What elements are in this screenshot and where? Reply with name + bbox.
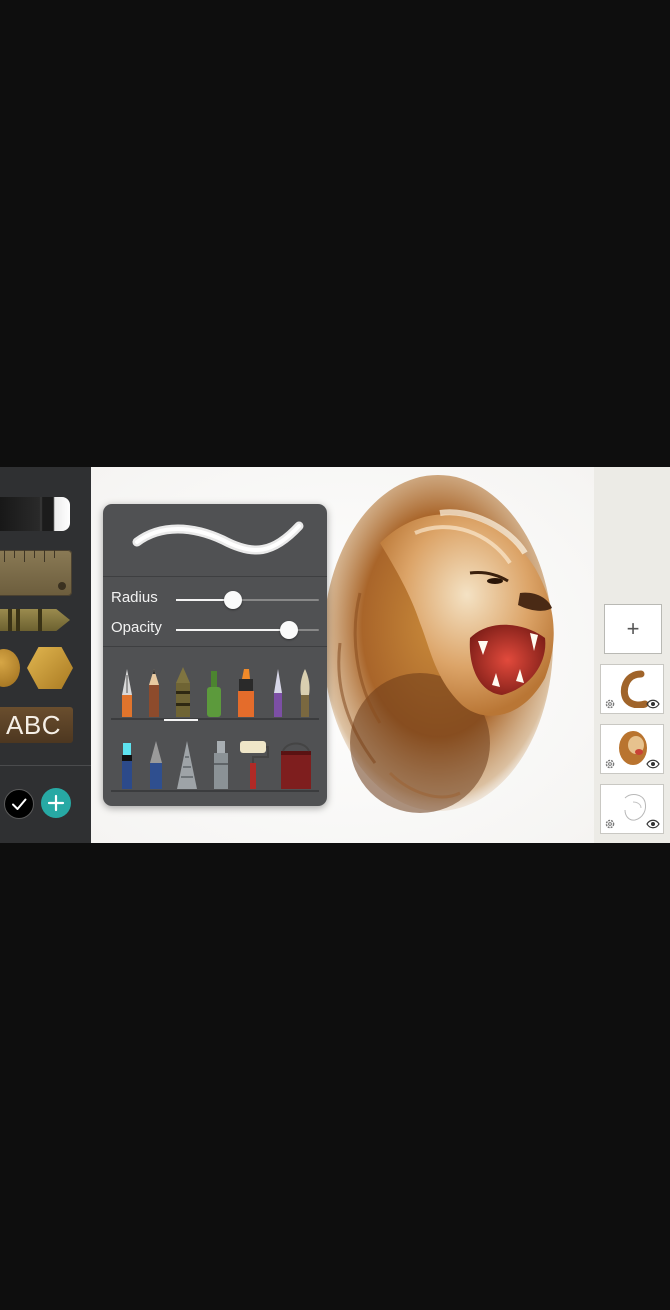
fountain-pen-brush[interactable] <box>114 665 140 717</box>
layers-panel: + <box>594 467 670 843</box>
paint-bucket-brush[interactable] <box>277 737 315 789</box>
crayon-brush[interactable] <box>170 665 196 717</box>
add-layer-button[interactable]: + <box>604 604 662 654</box>
marker-brush[interactable] <box>233 665 259 717</box>
paint-brush-brush[interactable] <box>292 665 318 717</box>
crayon-icon <box>176 667 190 717</box>
fountain-pen-icon <box>122 669 132 717</box>
gear-icon[interactable] <box>604 818 616 830</box>
layer-item[interactable] <box>600 664 664 714</box>
calligraphy-pen-brush[interactable] <box>265 665 291 717</box>
layer-item[interactable] <box>600 784 664 834</box>
paint-bucket-icon <box>281 742 311 789</box>
tool-rail: ABC <box>0 467 91 843</box>
app-screen: ABC Radius Opacity + <box>0 467 670 843</box>
lion-artwork <box>323 475 554 813</box>
gear-icon[interactable] <box>604 758 616 770</box>
brush-row-2 <box>111 736 319 792</box>
rail-divider <box>0 765 91 766</box>
eye-icon[interactable] <box>646 819 660 829</box>
panel-divider <box>103 646 327 647</box>
pencil-brush[interactable] <box>141 665 167 717</box>
paint-roller-icon <box>240 741 269 789</box>
plus-icon: + <box>626 616 640 641</box>
hexagon-shape-tool[interactable] <box>27 647 73 689</box>
crayon-tool[interactable] <box>0 609 70 631</box>
radius-slider-knob[interactable] <box>224 591 243 609</box>
checkmark-icon <box>12 798 27 810</box>
airbrush-icon <box>214 741 228 789</box>
layer-item[interactable] <box>600 724 664 774</box>
panel-divider <box>103 576 327 577</box>
paint-tube-tool[interactable] <box>0 497 70 531</box>
plus-icon <box>47 794 65 812</box>
gear-icon[interactable] <box>604 698 616 710</box>
paint-brush-icon <box>300 669 310 717</box>
brush-row-1 <box>111 664 319 720</box>
eye-icon[interactable] <box>646 759 660 769</box>
eye-icon[interactable] <box>646 699 660 709</box>
ink-pen-brush[interactable] <box>143 737 169 789</box>
selected-brush-indicator <box>164 719 198 721</box>
spray-nozzle-icon <box>177 741 197 789</box>
radius-slider[interactable] <box>176 591 319 609</box>
pencil-icon <box>149 669 159 717</box>
current-color-swatch[interactable] <box>4 789 34 819</box>
highlighter-icon <box>122 743 132 789</box>
text-tool[interactable]: ABC <box>0 707 73 743</box>
opacity-label: Opacity <box>111 619 162 636</box>
airbrush-brush[interactable] <box>208 737 234 789</box>
brush-shelf <box>111 790 319 792</box>
circle-shape-tool[interactable] <box>0 649 20 687</box>
brush-stroke-preview <box>132 521 304 555</box>
calligraphy-pen-icon <box>274 669 282 717</box>
opacity-slider-fill <box>176 629 289 631</box>
brush-settings-panel: Radius Opacity <box>103 504 327 806</box>
spray-nozzle-brush[interactable] <box>174 737 200 789</box>
ruler-tool[interactable] <box>0 550 72 596</box>
roller-brush[interactable] <box>236 737 270 789</box>
opacity-slider-knob[interactable] <box>279 621 298 639</box>
marker-icon <box>238 669 254 717</box>
add-color-button[interactable] <box>41 788 71 818</box>
ink-pen-icon <box>150 741 162 789</box>
brush-shelf <box>111 718 319 720</box>
opacity-slider[interactable] <box>176 621 319 639</box>
highlighter-brush[interactable] <box>114 737 140 789</box>
radius-label: Radius <box>111 589 158 606</box>
paint-bottle-brush[interactable] <box>201 665 227 717</box>
paint-bottle-icon <box>207 671 221 717</box>
